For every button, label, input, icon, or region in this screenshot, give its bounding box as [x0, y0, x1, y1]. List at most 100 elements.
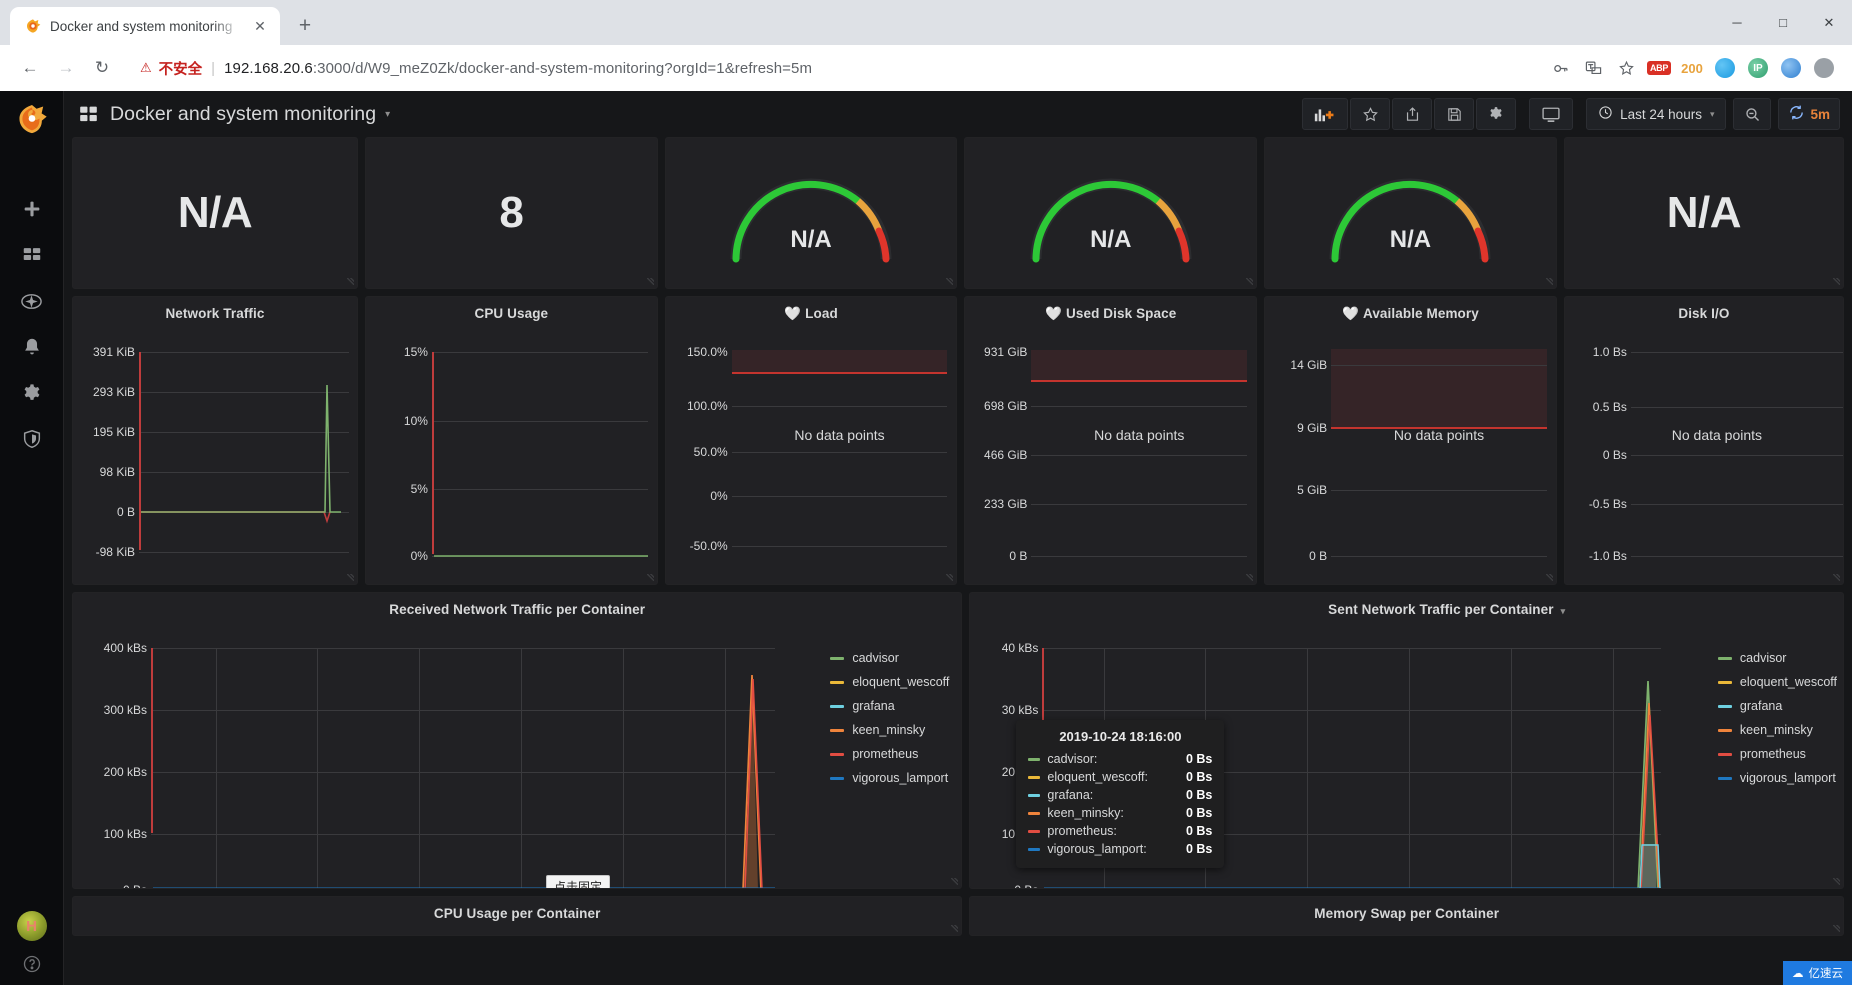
time-range-picker[interactable]: Last 24 hours ▾	[1586, 98, 1727, 130]
key-icon[interactable]	[1546, 54, 1574, 82]
tooltip-series-name: prometheus:	[1047, 824, 1117, 838]
address-bar[interactable]: ⚠ 不安全 | 192.168.20.6:3000/d/W9_meZ0Zk/do…	[130, 52, 1542, 84]
container-count-stat-panel[interactable]: 8	[364, 137, 658, 289]
legend-item[interactable]: keen_minsky	[1717, 718, 1837, 742]
dashboard-title[interactable]: Docker and system monitoring	[110, 103, 376, 126]
gauge-wrap: N/A	[666, 138, 957, 288]
disk-gauge-panel[interactable]: N/A	[1264, 137, 1557, 289]
grafana-logo[interactable]	[16, 103, 48, 138]
legend-item[interactable]: cadvisor	[1717, 646, 1837, 670]
reload-button[interactable]: ↻	[86, 52, 118, 84]
y-tick: 40 kBs	[1001, 641, 1039, 655]
zoom-out-time-button[interactable]	[1733, 98, 1772, 130]
profile-avatar-icon[interactable]	[1810, 54, 1838, 82]
help-icon[interactable]	[0, 951, 64, 977]
y-axis: 15% 10% 5% 0%	[366, 297, 432, 584]
panel-title[interactable]: Memory Swap per Container	[970, 897, 1843, 921]
save-dashboard-button[interactable]	[1434, 98, 1475, 130]
url-path: :3000/d/W9_meZ0Zk/docker-and-system-moni…	[312, 59, 813, 77]
legend-item[interactable]: grafana	[1717, 694, 1837, 718]
memory-gauge-panel[interactable]: N/A	[964, 137, 1258, 289]
user-avatar-icon[interactable]: H	[16, 911, 47, 941]
ip-extension-icon[interactable]: IP	[1744, 54, 1772, 82]
swap-stat-panel[interactable]: N/A	[1563, 137, 1844, 289]
cloud-extension-icon[interactable]	[1711, 54, 1739, 82]
legend-item[interactable]: prometheus	[830, 742, 949, 766]
legend-item[interactable]: prometheus	[1717, 742, 1837, 766]
dashboard-actions	[1302, 98, 1517, 130]
watermark-label: 亿速云	[1808, 968, 1844, 980]
load-panel[interactable]: 🤍 Load 150.0% 100.0% 50.0% 0% -50.0% No …	[664, 296, 958, 585]
bookmark-star-icon[interactable]	[1612, 54, 1640, 82]
refresh-dashboard-button[interactable]: 5m	[1778, 98, 1840, 130]
y-axis: 931 GiB 698 GiB 466 GiB 233 GiB 0 B	[965, 297, 1031, 584]
omnibox-actions: ABP 200 IP	[1546, 54, 1838, 82]
extension-counter[interactable]: 200	[1678, 54, 1706, 82]
sidebar-item-explore[interactable]	[0, 278, 64, 324]
y-tick: 1.0 Bs	[1592, 345, 1627, 359]
translate2-extension-icon[interactable]	[1777, 54, 1805, 82]
dashboard-settings-button[interactable]	[1476, 98, 1517, 130]
series-tooltip: 2019-10-24 18:16:00 cadvisor: 0 Bs eloqu…	[1016, 720, 1225, 868]
tooltip-series-value: 0 Bs	[1185, 824, 1213, 838]
y-tick: 100.0%	[686, 399, 728, 413]
legend-item[interactable]: eloquent_wescoff	[830, 670, 949, 694]
legend-item[interactable]: grafana	[830, 694, 949, 718]
new-tab-button[interactable]: +	[289, 10, 321, 42]
legend-swatch	[1717, 752, 1732, 756]
sent-network-traffic-panel[interactable]: Sent Network Traffic per Container ▾ 40 k…	[969, 592, 1844, 889]
tooltip-row: cadvisor: 0 Bs	[1028, 750, 1212, 768]
legend-item[interactable]: vigorous_lamport	[1717, 766, 1837, 790]
url-separator: |	[211, 59, 216, 77]
received-network-traffic-panel[interactable]: Received Network Traffic per Container 4…	[72, 592, 963, 889]
uptime-stat-panel[interactable]: N/A	[72, 137, 358, 289]
tv-mode-button[interactable]	[1529, 98, 1574, 130]
cpu-gauge-panel[interactable]: N/A	[664, 137, 958, 289]
y-axis: 150.0% 100.0% 50.0% 0% -50.0%	[666, 297, 732, 584]
used-disk-space-panel[interactable]: 🤍 Used Disk Space 931 GiB 698 GiB 466 GiB…	[964, 296, 1258, 585]
sidebar-item-server-admin[interactable]	[0, 416, 64, 462]
forward-button[interactable]: →	[50, 52, 82, 84]
gauge-wrap: N/A	[1265, 138, 1556, 288]
cpu-usage-panel[interactable]: CPU Usage 15% 10% 5% 0%	[364, 296, 658, 585]
adblock-extension-icon[interactable]: ABP	[1645, 54, 1673, 82]
browser-tab[interactable]: Docker and system monitoring ✕	[10, 7, 280, 45]
dashboard-title-caret-icon[interactable]: ▾	[385, 109, 390, 120]
tab-close-icon[interactable]: ✕	[250, 16, 270, 36]
tooltip-swatch	[1028, 775, 1041, 779]
legend-label: eloquent_wescoff	[1739, 675, 1837, 689]
sidebar-item-create[interactable]	[0, 186, 64, 232]
legend-item[interactable]: eloquent_wescoff	[1717, 670, 1837, 694]
network-traffic-panel[interactable]: Network Traffic 391 KiB 293 KiB 195 KiB …	[72, 296, 358, 585]
window-maximize-button[interactable]: □	[1760, 0, 1806, 45]
window-close-button[interactable]: ✕	[1806, 0, 1852, 45]
y-tick: 400 kBs	[103, 641, 147, 655]
legend-label: grafana	[852, 699, 895, 713]
sidebar-item-dashboards[interactable]	[0, 232, 64, 278]
legend-item[interactable]: vigorous_lamport	[830, 766, 949, 790]
y-tick: 98 KiB	[99, 465, 135, 479]
panel-title[interactable]: CPU Usage per Container	[73, 897, 961, 921]
cpu-usage-per-container-panel[interactable]: CPU Usage per Container	[72, 896, 963, 936]
stat-value: N/A	[1666, 188, 1742, 237]
window-minimize-button[interactable]: ─	[1714, 0, 1760, 45]
legend-item[interactable]: keen_minsky	[830, 718, 949, 742]
y-tick: 5 GiB	[1297, 483, 1328, 497]
legend-swatch	[830, 776, 845, 780]
sidebar-item-alerting[interactable]	[0, 324, 64, 370]
disk-io-panel[interactable]: Disk I/O 1.0 Bs 0.5 Bs 0 Bs -0.5 Bs -1.0…	[1563, 296, 1844, 585]
mark-favorite-button[interactable]	[1350, 98, 1391, 130]
tooltip-swatch	[1028, 811, 1041, 815]
back-button[interactable]: ←	[14, 52, 46, 84]
share-dashboard-button[interactable]	[1392, 98, 1433, 130]
memory-swap-per-container-panel[interactable]: Memory Swap per Container	[969, 896, 1844, 936]
legend-label: cadvisor	[1739, 651, 1787, 665]
no-data-message: No data points	[794, 427, 885, 443]
add-panel-button[interactable]	[1302, 98, 1349, 130]
available-memory-panel[interactable]: 🤍 Available Memory 14 GiB 9 GiB 5 GiB 0 B	[1264, 296, 1557, 585]
translate-icon[interactable]	[1579, 54, 1607, 82]
sidebar-item-configuration[interactable]	[0, 370, 64, 416]
y-tick: -0.5 Bs	[1588, 497, 1627, 511]
plot-area	[139, 297, 349, 584]
legend-item[interactable]: cadvisor	[830, 646, 949, 670]
